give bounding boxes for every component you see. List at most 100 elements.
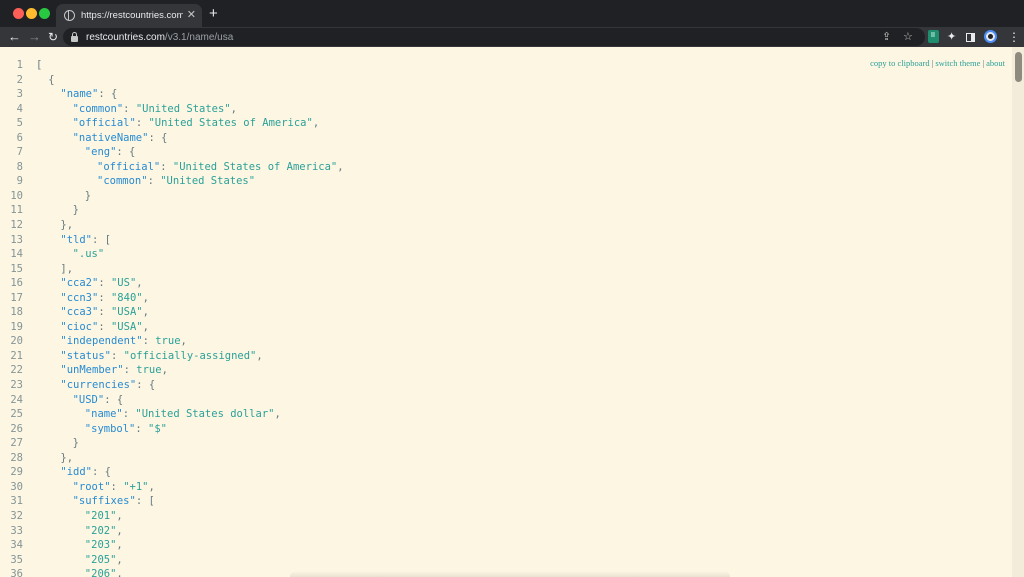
scrollbar[interactable] xyxy=(1012,47,1024,577)
maximize-window-button[interactable] xyxy=(39,8,50,19)
json-punctuation: [ xyxy=(36,59,43,71)
json-key: "nativeName" xyxy=(72,131,149,144)
json-punctuation: , xyxy=(136,277,143,290)
star-icon[interactable]: ☆ xyxy=(903,30,913,44)
line-number: 2 xyxy=(16,73,23,86)
share-icon[interactable]: ⇪ xyxy=(882,30,891,44)
line-content: "205", xyxy=(23,553,123,568)
line-number: 4 xyxy=(16,102,23,115)
json-key: "eng" xyxy=(84,146,117,159)
json-string: "840" xyxy=(110,291,143,304)
line-content: "official": "United States of America", xyxy=(23,116,320,131)
code-line: 18 "cca3": "USA", xyxy=(0,305,344,320)
line-number: 34 xyxy=(10,539,23,552)
line-number: 7 xyxy=(16,146,23,159)
json-punctuation: , xyxy=(142,306,149,319)
scrollbar-thumb[interactable] xyxy=(1015,52,1022,82)
json-key: "tld" xyxy=(60,233,92,246)
line-content: "203", xyxy=(23,538,123,553)
json-string: "+1" xyxy=(123,480,149,493)
json-code-view[interactable]: 1[2{3 "name": {4 "common": "United States"… xyxy=(0,58,344,577)
extension-icon[interactable] xyxy=(928,30,939,43)
viewer-toolbar: copy to clipboard | switch theme | about xyxy=(870,58,1005,68)
json-punctuation: : xyxy=(147,175,161,188)
avatar[interactable] xyxy=(984,30,997,43)
reload-icon[interactable]: ↻ xyxy=(48,28,58,46)
json-punctuation: : xyxy=(123,364,137,377)
line-number: 24 xyxy=(10,393,23,406)
json-punctuation: , xyxy=(116,553,123,566)
json-string: ".us" xyxy=(72,248,105,261)
line-number: 28 xyxy=(10,451,23,464)
line-content: "official": "United States of America", xyxy=(23,160,344,175)
json-punctuation: , xyxy=(161,364,168,377)
code-line: 4 "common": "United States", xyxy=(0,102,344,117)
url-path: /v3.1/name/usa xyxy=(164,31,234,43)
lock-icon[interactable] xyxy=(71,31,78,42)
arrow-right-icon[interactable]: → xyxy=(28,28,41,46)
json-key: "root" xyxy=(72,480,111,493)
switch-theme-link[interactable]: switch theme xyxy=(935,58,980,68)
close-window-button[interactable] xyxy=(13,8,24,19)
close-tab-icon[interactable]: ✕ xyxy=(187,10,196,21)
json-string: "202" xyxy=(84,524,117,537)
line-number: 21 xyxy=(10,349,23,362)
line-content: } xyxy=(23,203,79,218)
side-panel-icon[interactable] xyxy=(966,33,975,42)
json-punctuation: : xyxy=(98,320,111,333)
kebab-menu-icon[interactable]: ⋮ xyxy=(1008,28,1020,46)
json-literal: true xyxy=(136,364,162,377)
json-punctuation: : { xyxy=(104,393,124,406)
line-number: 33 xyxy=(10,524,23,537)
json-string: "205" xyxy=(84,553,117,566)
json-punctuation: : xyxy=(98,291,111,304)
code-line: 29 "idd": { xyxy=(0,465,344,480)
json-punctuation: : xyxy=(135,117,149,130)
json-string: "201" xyxy=(84,509,117,522)
about-link[interactable]: about xyxy=(986,58,1005,68)
line-number: 16 xyxy=(10,277,23,290)
line-content: "eng": { xyxy=(23,145,136,160)
line-number: 22 xyxy=(10,364,23,377)
code-line: 2{ xyxy=(0,73,344,88)
code-line: 35 "205", xyxy=(0,553,344,568)
puzzle-icon[interactable]: ✦ xyxy=(947,28,956,46)
code-line: 19 "cioc": "USA", xyxy=(0,320,344,335)
line-number: 35 xyxy=(10,553,23,566)
new-tab-button[interactable]: + xyxy=(209,6,218,21)
code-line: 5 "official": "United States of America", xyxy=(0,116,344,131)
json-punctuation: : { xyxy=(116,146,136,159)
line-number: 14 xyxy=(10,248,23,261)
json-punctuation: : xyxy=(98,306,111,319)
line-content: [ xyxy=(23,58,42,73)
json-punctuation: , xyxy=(148,480,155,493)
line-content: "USD": { xyxy=(23,393,124,408)
json-punctuation: , xyxy=(116,568,123,577)
json-punctuation: } xyxy=(72,204,79,217)
browser-titlebar: https://restcountries.com/v3.1/name/usa … xyxy=(0,0,1024,27)
copy-to-clipboard-link[interactable]: copy to clipboard xyxy=(870,58,929,68)
code-line: 32 "201", xyxy=(0,509,344,524)
json-punctuation: }, xyxy=(60,219,74,232)
json-string: "United States of America" xyxy=(172,160,338,173)
line-number: 10 xyxy=(10,189,23,202)
code-line: 3 "name": { xyxy=(0,87,344,102)
json-literal: true xyxy=(155,335,181,348)
json-punctuation: , xyxy=(116,524,123,537)
code-line: 12}, xyxy=(0,218,344,233)
code-line: 13 "tld": [ xyxy=(0,233,344,248)
code-line: 17 "ccn3": "840", xyxy=(0,291,344,306)
json-punctuation: }, xyxy=(60,451,74,464)
line-number: 11 xyxy=(10,204,23,217)
address-bar[interactable]: restcountries.com/v3.1/name/usa ⇪ ☆ xyxy=(63,28,925,46)
code-line: 24 "USD": { xyxy=(0,393,344,408)
line-number: 12 xyxy=(10,219,23,232)
browser-tab[interactable]: https://restcountries.com/v3.1/name/usa … xyxy=(56,4,202,27)
line-content: "nativeName": { xyxy=(23,131,168,146)
json-punctuation: : { xyxy=(148,131,168,144)
minimize-window-button[interactable] xyxy=(26,8,37,19)
line-content: "currencies": { xyxy=(23,378,155,393)
arrow-left-icon[interactable]: ← xyxy=(8,28,21,46)
json-string: "206" xyxy=(84,568,117,577)
json-punctuation: : { xyxy=(92,466,111,479)
